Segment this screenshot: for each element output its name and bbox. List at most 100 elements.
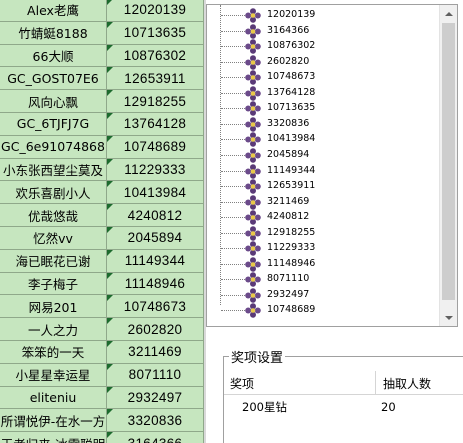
tree-item[interactable]: 2932497: [207, 288, 439, 303]
tree-branch-line: [221, 279, 245, 281]
id-cell[interactable]: 2045894: [107, 227, 204, 250]
tree-item[interactable]: 2602820: [207, 54, 439, 70]
tree-item-label: 4240812: [267, 211, 310, 223]
prize-cell[interactable]: 200星钻: [242, 397, 287, 417]
name-cell[interactable]: 风向心飘: [0, 90, 107, 113]
name-cell[interactable]: 忆然vv: [0, 227, 107, 250]
tree-item[interactable]: 13764128: [207, 85, 439, 101]
tree-item-label: 12653911: [267, 180, 316, 192]
table-row: 优哉悠哉 4240812: [0, 204, 204, 227]
id-cell[interactable]: 11148946: [107, 272, 204, 296]
tree-branch-line: [221, 263, 245, 265]
flower-icon: [245, 39, 261, 54]
id-cell[interactable]: 8071110: [107, 363, 204, 387]
tree-branch-line: [221, 61, 245, 63]
participant-tree-view[interactable]: 12020139 3164366 10876302 2602820 10748673 13…: [206, 4, 458, 327]
id-cell[interactable]: 3320836: [107, 409, 204, 433]
tree-branch-line: [221, 201, 245, 203]
tree-vertical-scrollbar[interactable]: [439, 5, 457, 326]
id-cell[interactable]: 10713635: [107, 21, 204, 45]
name-cell[interactable]: GC_6TJFJ7G: [0, 113, 107, 136]
name-cell[interactable]: eliteniu: [0, 386, 107, 410]
name-cell[interactable]: 所谓悦伊-在水一方: [0, 409, 107, 433]
scroll-thumb[interactable]: [442, 23, 455, 300]
tree-item[interactable]: 10748689: [207, 303, 439, 319]
tree-item-label: 10876302: [267, 40, 316, 52]
id-cell[interactable]: 13764128: [107, 113, 204, 136]
tree-branch-line: [221, 154, 245, 156]
tree-item-label: 11229333: [267, 242, 316, 254]
tree-item[interactable]: 4240812: [207, 210, 439, 225]
id-cell[interactable]: 10413984: [107, 181, 204, 205]
tree-item[interactable]: 8071110: [207, 272, 439, 288]
spreadsheet-grid: Alex老鹰 12020139 竹蜻蜓8188 10713635 66大顺 1087630…: [0, 0, 204, 443]
table-row: 海已眠花已谢 11149344: [0, 249, 204, 273]
column-header-prize[interactable]: 奖项: [224, 371, 376, 395]
tree-item[interactable]: 3320836: [207, 117, 439, 132]
tree-branch-line: [221, 186, 245, 188]
id-cell[interactable]: 10748689: [107, 135, 204, 159]
table-row: GC_6e91074868 10748689: [0, 135, 204, 159]
flower-icon: [245, 23, 261, 39]
name-cell[interactable]: 海已眠花已谢: [0, 249, 107, 273]
id-cell[interactable]: 10876302: [107, 44, 204, 68]
id-cell[interactable]: 3164366: [107, 432, 204, 443]
tree-item[interactable]: 11148946: [207, 256, 439, 272]
tree-item[interactable]: 3164366: [207, 23, 439, 39]
name-cell[interactable]: 小星星幸运星: [0, 363, 107, 387]
flower-icon: [245, 8, 261, 23]
name-cell[interactable]: 欢乐喜剧小人: [0, 181, 107, 205]
prize-table[interactable]: 奖项 抽取人数 200星钻 20: [224, 371, 463, 443]
id-cell[interactable]: 12918255: [107, 90, 204, 113]
tree-item[interactable]: 10748673: [207, 70, 439, 85]
tree-item[interactable]: 10713635: [207, 101, 439, 117]
flower-icon: [245, 85, 261, 101]
tree-item[interactable]: 10876302: [207, 39, 439, 54]
tree-item[interactable]: 11229333: [207, 241, 439, 257]
flower-icon: [245, 194, 261, 210]
table-row: GC_6TJFJ7G 13764128: [0, 113, 204, 136]
table-row: 李子梅子 11148946: [0, 272, 204, 296]
tree-item[interactable]: 3211469: [207, 194, 439, 210]
id-cell[interactable]: 12020139: [107, 0, 204, 22]
flower-icon: [245, 148, 261, 163]
id-cell[interactable]: 4240812: [107, 204, 204, 227]
id-cell[interactable]: 11229333: [107, 158, 204, 182]
name-cell[interactable]: Alex老鹰: [0, 0, 107, 22]
id-cell[interactable]: 10748673: [107, 295, 204, 319]
tree-item[interactable]: 10413984: [207, 132, 439, 148]
tree-branch-line: [221, 30, 245, 32]
tree-item[interactable]: 12020139: [207, 8, 439, 23]
prize-settings-title: 奖项设置: [229, 347, 286, 366]
name-cell[interactable]: 一人之力: [0, 318, 107, 341]
count-cell[interactable]: 20: [381, 397, 396, 417]
tree-item[interactable]: 11149344: [207, 163, 439, 179]
tree-item-label: 8071110: [267, 273, 310, 285]
column-header-count[interactable]: 抽取人数: [377, 371, 463, 395]
tree-item[interactable]: 12653911: [207, 179, 439, 194]
name-cell[interactable]: 王者归来-冰雪聪明: [0, 432, 107, 443]
prize-table-header: 奖项 抽取人数: [224, 371, 463, 395]
id-cell[interactable]: 11149344: [107, 249, 204, 273]
name-cell[interactable]: 李子梅子: [0, 272, 107, 296]
table-row: 忆然vv 2045894: [0, 227, 204, 250]
scroll-down-button[interactable]: [440, 309, 457, 326]
tree-branch-line: [221, 139, 245, 141]
name-cell[interactable]: 笨笨的一天: [0, 341, 107, 364]
name-cell[interactable]: 优哉悠哉: [0, 204, 107, 227]
name-cell[interactable]: GC_GOST07E6: [0, 67, 107, 91]
name-cell[interactable]: 小东张西望尘莫及: [0, 158, 107, 182]
id-cell[interactable]: 3211469: [107, 341, 204, 364]
name-cell[interactable]: 竹蜻蜓8188: [0, 21, 107, 45]
tree-item[interactable]: 12918255: [207, 225, 439, 241]
tree-item[interactable]: 2045894: [207, 148, 439, 163]
id-cell[interactable]: 12653911: [107, 67, 204, 91]
id-cell[interactable]: 2602820: [107, 318, 204, 341]
id-cell[interactable]: 2932497: [107, 386, 204, 410]
scroll-up-button[interactable]: [440, 5, 457, 22]
tree-items: 12020139 3164366 10876302 2602820 10748673 13…: [207, 5, 439, 326]
name-cell[interactable]: GC_6e91074868: [0, 135, 107, 159]
name-cell[interactable]: 66大顺: [0, 44, 107, 68]
name-cell[interactable]: 网易201: [0, 295, 107, 319]
flower-icon: [245, 54, 261, 70]
